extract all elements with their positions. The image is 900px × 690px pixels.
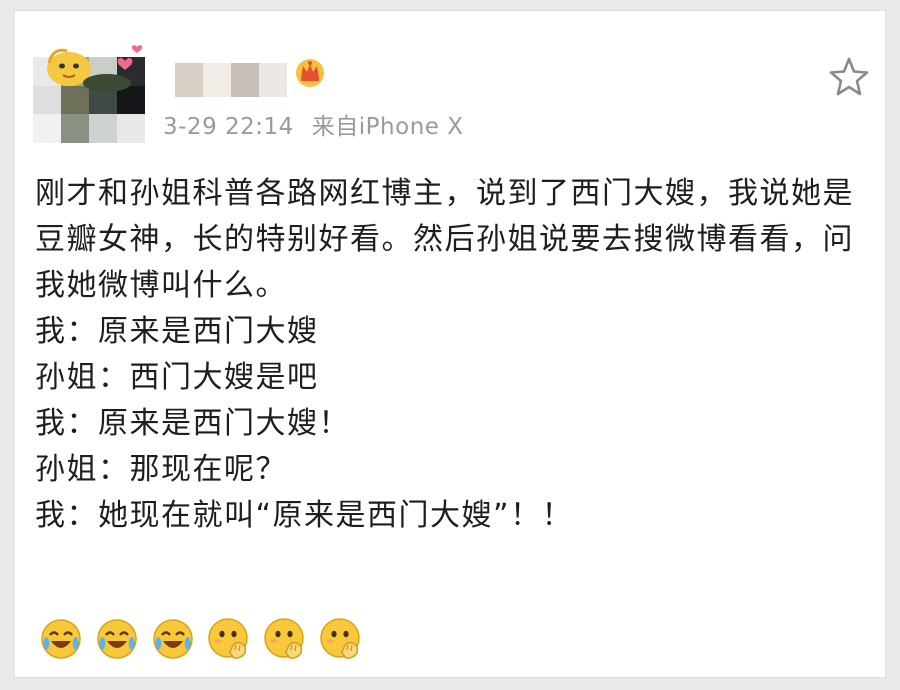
hand-over-mouth-emoji-icon — [320, 618, 360, 659]
laugh-cry-emoji-icon — [41, 619, 81, 659]
post-timestamp: 3-29 22:14 — [163, 114, 294, 140]
avatar-pendant-icon — [47, 45, 143, 91]
hand-over-mouth-emoji-icon — [264, 618, 304, 659]
hand-over-mouth-emoji-icon — [208, 618, 248, 659]
dialogue-line: 我：她现在就叫“原来是西门大嫂”！！ — [35, 498, 574, 533]
post-paragraph: 刚才和孙姐科普各路网红博主，说到了西门大嫂，我说她是豆瓣女神，长的特别好看。然后… — [35, 176, 854, 303]
laugh-cry-emoji-icon — [153, 619, 193, 659]
post-source[interactable]: 来自iPhone X — [312, 114, 464, 140]
dialogue-line: 孙姐：那现在呢？ — [35, 452, 287, 487]
crown-badge-icon — [296, 59, 324, 87]
dialogue-line: 我：原来是西门大嫂！ — [35, 406, 350, 441]
dialogue-line: 孙姐：西门大嫂是吧 — [35, 360, 319, 395]
avatar[interactable] — [33, 39, 145, 143]
username-blurred[interactable] — [175, 63, 287, 97]
dialogue-line: 我：原来是西门大嫂 — [35, 314, 319, 349]
laugh-cry-emoji-icon — [97, 619, 137, 659]
emoji-row — [39, 617, 363, 663]
post-content: 刚才和孙姐科普各路网红博主，说到了西门大嫂，我说她是豆瓣女神，长的特别好看。然后… — [35, 171, 871, 539]
star-outline-icon[interactable] — [827, 55, 871, 99]
weibo-post-card: 3-29 22:14 来自iPhone X 刚才和孙姐科普各路网红博主，说到了西门… — [14, 10, 886, 678]
post-meta: 3-29 22:14 来自iPhone X — [163, 107, 464, 141]
